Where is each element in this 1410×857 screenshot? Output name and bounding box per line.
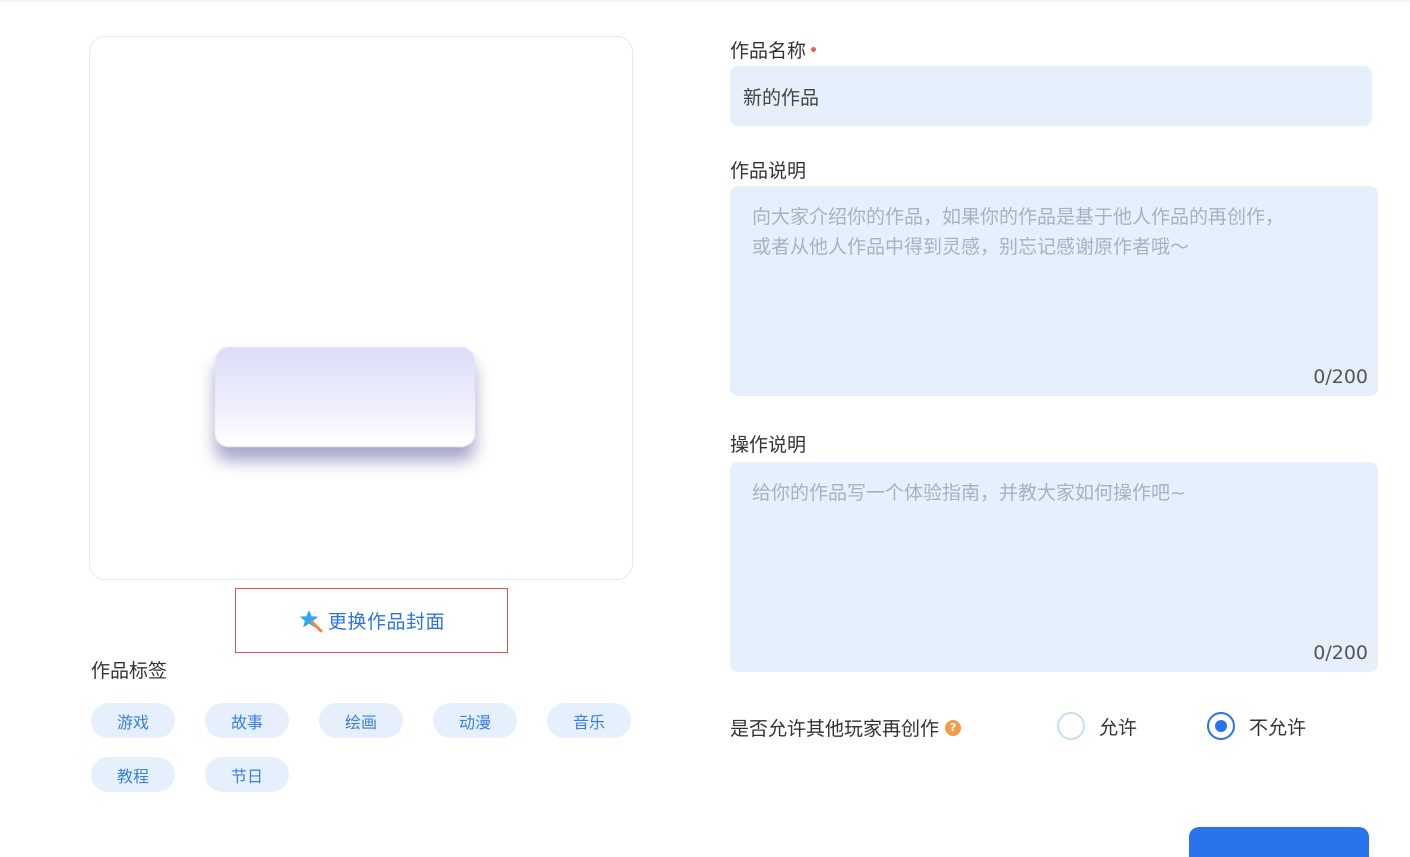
required-dot [811,47,817,52]
tag-drawing[interactable]: 绘画 [319,703,403,738]
magic-wand-icon [298,608,324,634]
instructions-placeholder: 给你的作品写一个体验指南，并教大家如何操作吧~ [752,482,1186,504]
cover-preview [89,36,633,580]
radio-allow-label: 允许 [1099,716,1138,739]
help-icon[interactable]: ? [945,719,962,736]
radio-allow-circle[interactable] [1057,712,1085,740]
name-label-row: 作品名称 [730,36,817,63]
description-textarea[interactable]: 向大家介绍你的作品，如果你的作品是基于他人作品的再创作， 或者从他人作品中得到灵… [730,186,1378,396]
radio-disallow-label: 不允许 [1249,716,1307,739]
name-label: 作品名称 [730,40,807,62]
description-placeholder-line-2: 或者从他人作品中得到灵感，别忘记感谢原作者哦～ [752,236,1190,258]
tag-game[interactable]: 游戏 [91,703,175,738]
cover-image [215,347,475,447]
description-label: 作品说明 [730,160,807,182]
radio-disallow[interactable]: 不允许 [1207,712,1306,740]
tag-story[interactable]: 故事 [205,703,289,738]
instructions-char-counter: 0/200 [1313,642,1368,664]
radio-disallow-circle[interactable] [1207,712,1235,740]
tag-tutorial[interactable]: 教程 [91,757,175,792]
radio-allow[interactable]: 允许 [1057,712,1137,740]
name-input[interactable]: 新的作品 [730,66,1372,126]
instructions-label: 操作说明 [730,434,807,456]
tag-anime[interactable]: 动漫 [433,703,517,738]
remix-permission-label: 是否允许其他玩家再创作 [730,718,940,740]
change-cover-label: 更换作品封面 [327,611,445,633]
description-placeholder-line-1: 向大家介绍你的作品，如果你的作品是基于他人作品的再创作， [752,206,1285,228]
top-divider [0,0,1410,2]
change-cover-button[interactable]: 更换作品封面 [235,588,508,653]
instructions-textarea[interactable]: 给你的作品写一个体验指南，并教大家如何操作吧~ 0/200 [730,462,1378,672]
description-char-counter: 0/200 [1313,366,1368,388]
tags-title: 作品标签 [91,660,168,682]
name-input-value: 新的作品 [743,86,820,109]
tag-music[interactable]: 音乐 [547,703,631,738]
remix-permission-label-row: 是否允许其他玩家再创作 ? [730,714,962,741]
tag-festival[interactable]: 节日 [205,757,289,792]
